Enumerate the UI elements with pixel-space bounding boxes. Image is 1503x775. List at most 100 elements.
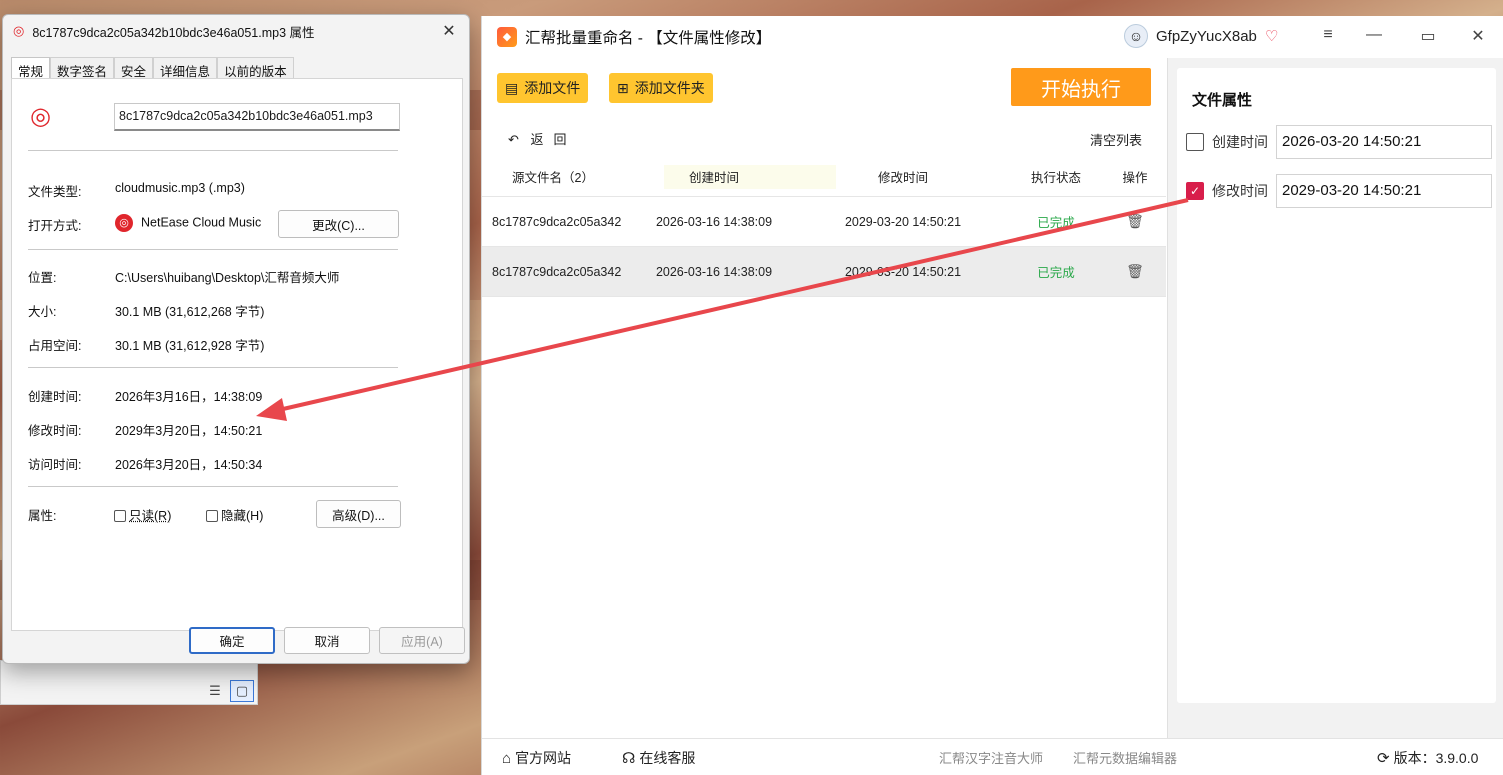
file-list-icon: ▤ <box>505 79 519 96</box>
home-icon: ⌂ <box>502 749 512 767</box>
trash-icon[interactable]: 🗑 <box>1126 213 1144 229</box>
app-titlebar: ◆ 汇帮批量重命名 - 【文件属性修改】 <box>482 16 1503 58</box>
minimize-icon[interactable]: — <box>1359 26 1389 44</box>
apply-button[interactable]: 应用(A) <box>379 627 465 654</box>
back-label: 返回 <box>530 132 577 147</box>
modified-time-label: 修改时间 <box>1212 183 1268 199</box>
back-link[interactable]: ↶ 返回 <box>508 129 577 148</box>
created-time-label: 创建时间 <box>1212 134 1268 150</box>
change-button[interactable]: 更改(C)... <box>278 210 399 238</box>
tab-digital-signature[interactable]: 数字签名 <box>50 57 115 79</box>
accessed-value: 2026年3月20日，14:50:34 <box>115 458 263 472</box>
version-info: ⟳ 版本：3.9.0.0 <box>1377 748 1478 768</box>
start-button[interactable]: 开始执行 <box>1011 68 1151 106</box>
hidden-label: 隐藏(H) <box>221 509 264 523</box>
modified-label: 修改时间: <box>28 424 82 438</box>
add-file-label: 添加文件 <box>524 80 581 96</box>
file-name-field[interactable]: 8c1787c9dca2c05a342b10bdc3e46a051.mp3 <box>114 103 400 131</box>
app-title: 汇帮批量重命名 - 【文件属性修改】 <box>525 30 772 47</box>
close-icon[interactable]: ✕ <box>429 21 469 41</box>
file-properties-dialog: ◎ 8c1787c9dca2c05a342b10bdc3e46a051.mp3 … <box>2 14 470 664</box>
avatar[interactable]: ☺ <box>1124 24 1148 48</box>
checkbox-box[interactable] <box>114 510 126 522</box>
dialog-titlebar: ◎ 8c1787c9dca2c05a342b10bdc3e46a051.mp3 … <box>3 15 469 47</box>
headset-icon: ☊ <box>622 750 636 767</box>
refresh-icon[interactable]: ⟳ <box>1377 749 1390 767</box>
divider <box>28 486 398 487</box>
readonly-label: 只读(R) <box>129 509 172 523</box>
close-icon[interactable]: ✕ <box>1463 26 1493 46</box>
table-row[interactable]: 8c1787c9dca2c05a342 2026-03-16 14:38:09 … <box>482 197 1166 247</box>
readonly-checkbox[interactable]: 只读(R) <box>114 505 171 524</box>
hidden-checkbox[interactable]: 隐藏(H) <box>206 505 263 524</box>
row-name: 8c1787c9dca2c05a342 <box>492 214 622 229</box>
netease-music-icon: ◎ <box>13 23 25 38</box>
table-header: 源文件名（2） 创建时间 修改时间 执行状态 操作 <box>482 156 1166 197</box>
row-status: 已完成 <box>1037 266 1075 280</box>
modified-time-checkbox[interactable]: ✓ <box>1186 182 1204 200</box>
location-label: 位置: <box>28 271 57 285</box>
pinyin-tool-link[interactable]: 汇帮汉字注音大师 <box>939 748 1043 767</box>
online-service-link[interactable]: ☊ 在线客服 <box>622 748 695 768</box>
created-value: 2026年3月16日，14:38:09 <box>115 390 263 404</box>
created-time-input[interactable]: 2026-03-20 14:50:21 <box>1276 125 1492 159</box>
add-file-button[interactable]: ▤ 添加文件 <box>497 73 589 103</box>
size-label: 大小: <box>28 305 57 319</box>
row-name: 8c1787c9dca2c05a342 <box>492 264 622 279</box>
col-source-name: 源文件名（2） <box>512 170 594 185</box>
details-view-icon[interactable]: ☰ <box>203 680 227 702</box>
netease-music-icon: ◎ <box>115 214 133 232</box>
add-folder-button[interactable]: ⊞ 添加文件夹 <box>609 73 713 103</box>
col-action: 操作 <box>1122 170 1148 185</box>
created-time-checkbox[interactable] <box>1186 133 1204 151</box>
tab-security[interactable]: 安全 <box>114 57 154 79</box>
maximize-icon[interactable]: ▭ <box>1413 26 1443 46</box>
row-action: 🗑 <box>1104 213 1166 230</box>
location-value: C:\Users\huibang\Desktop\汇帮音频大师 <box>115 271 340 285</box>
version-label: 版本：3.9.0.0 <box>1393 750 1479 766</box>
disk-size-label: 占用空间: <box>28 339 82 353</box>
general-tab-panel: ◎ 8c1787c9dca2c05a342b10bdc3e46a051.mp3 … <box>11 78 463 631</box>
online-service-label: 在线客服 <box>639 750 696 766</box>
app-logo-icon: ◆ <box>497 27 517 47</box>
modified-time-row: ✓ 修改时间 2029-03-20 14:50:21 <box>1186 174 1492 208</box>
disk-size-value: 30.1 MB (31,612,928 字节) <box>115 339 265 353</box>
row-action: 🗑 <box>1104 263 1166 280</box>
explorer-window-remnant: ☰ ▢ <box>0 660 258 705</box>
created-label: 创建时间: <box>28 390 82 404</box>
dialog-tabs: 常规 数字签名 安全 详细信息 以前的版本 <box>11 57 294 80</box>
row-modified: 2029-03-20 14:50:21 <box>844 214 962 229</box>
status-bar: ⌂ 官方网站 ☊ 在线客服 汇帮汉字注音大师 汇帮元数据编辑器 ⟳ 版本：3.9.0.… <box>482 738 1503 775</box>
clear-list-link[interactable]: 清空列表 <box>1090 130 1142 149</box>
col-created: 创建时间 <box>688 170 739 185</box>
row-status: 已完成 <box>1037 216 1075 230</box>
tiles-view-icon[interactable]: ▢ <box>230 680 254 702</box>
menu-icon[interactable]: ≡ <box>1313 26 1343 44</box>
ok-button[interactable]: 确定 <box>189 627 275 654</box>
size-value: 30.1 MB (31,612,268 字节) <box>115 305 265 319</box>
batch-rename-app-window: ◆ 汇帮批量重命名 - 【文件属性修改】 ☺ GfpZyYucX8ab ♡ ≡ … <box>481 16 1503 775</box>
attributes-title: 文件属性 <box>1192 92 1253 109</box>
metadata-editor-link[interactable]: 汇帮元数据编辑器 <box>1073 748 1177 767</box>
open-with-label: 打开方式: <box>28 219 82 233</box>
modified-value: 2029年3月20日，14:50:21 <box>115 424 263 438</box>
advanced-button[interactable]: 高级(D)... <box>316 500 401 528</box>
attributes-card: 文件属性 创建时间 2026-03-20 14:50:21 ✓ 修改时间 202… <box>1177 68 1496 703</box>
tab-general[interactable]: 常规 <box>11 57 51 80</box>
tab-previous-versions[interactable]: 以前的版本 <box>217 57 294 79</box>
cancel-button[interactable]: 取消 <box>284 627 370 654</box>
attributes-sidebar: 文件属性 创建时间 2026-03-20 14:50:21 ✓ 修改时间 202… <box>1167 58 1503 738</box>
official-site-link[interactable]: ⌂ 官方网站 <box>502 748 571 768</box>
user-area[interactable]: ☺ GfpZyYucX8ab ♡ <box>1124 24 1278 48</box>
row-created: 2026-03-16 14:38:09 <box>655 264 773 279</box>
checkbox-box[interactable] <box>206 510 218 522</box>
accessed-label: 访问时间: <box>28 458 82 472</box>
file-table: 源文件名（2） 创建时间 修改时间 执行状态 操作 8c1787c9dca2c0… <box>482 156 1166 297</box>
open-with-value-wrap: ◎ NetEase Cloud Music <box>115 214 261 232</box>
trash-icon[interactable]: 🗑 <box>1126 263 1144 279</box>
modified-time-input[interactable]: 2029-03-20 14:50:21 <box>1276 174 1492 208</box>
folder-add-icon: ⊞ <box>617 79 629 96</box>
tab-details[interactable]: 详细信息 <box>153 57 218 79</box>
divider <box>28 150 398 151</box>
table-row[interactable]: 8c1787c9dca2c05a342 2026-03-16 14:38:09 … <box>482 247 1166 297</box>
